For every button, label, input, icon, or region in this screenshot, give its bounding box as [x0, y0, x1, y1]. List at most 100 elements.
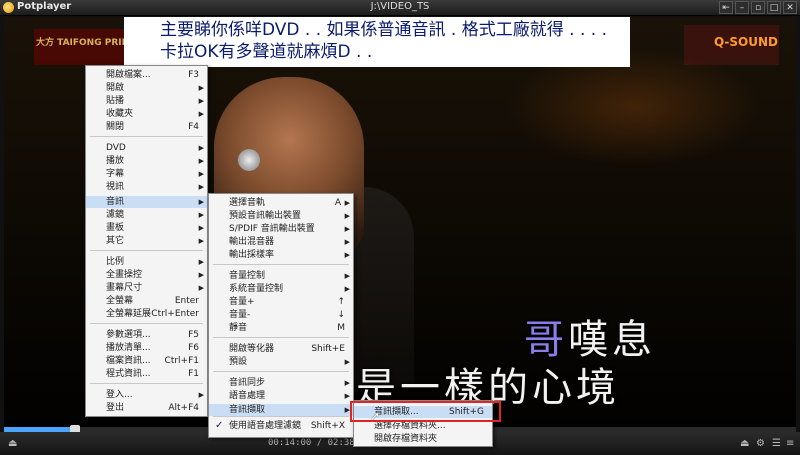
menu-item[interactable]: 開啟 ▶: [86, 82, 207, 94]
menu-item-label: 貼播: [106, 96, 125, 106]
settings-icon[interactable]: ⚙: [756, 438, 765, 449]
menu-item[interactable]: 音量+ ↑: [209, 296, 353, 308]
menu-item-shortcut: Shift+E: [311, 344, 345, 354]
menu-item-label: 全螢幕延展: [106, 309, 152, 319]
menu-item[interactable]: 音量- ↓: [209, 309, 353, 321]
menu-item[interactable]: 參數選項... F5: [86, 329, 207, 341]
menu-item[interactable]: 輸出採樣率 ▶: [209, 249, 353, 261]
menu-item[interactable]: 登入... ▶: [86, 389, 207, 401]
maximize-button[interactable]: □: [767, 1, 781, 14]
equalizer-icon[interactable]: ≡: [786, 438, 794, 449]
menu-item-label: 選擇音軌: [229, 198, 266, 208]
submenu-arrow-icon: ▶: [198, 211, 204, 219]
menu-item-label: S/PDIF 音訊輸出裝置: [229, 224, 315, 234]
menu-item[interactable]: 收藏夾 ▶: [86, 108, 207, 120]
menu-separator: [213, 264, 349, 265]
context-menu-main: 開啟檔案... F3 開啟 ▶ 貼播 ▶ 收藏夾 ▶ 關閉 F4 DVD ▶ 播放 ▶ 字幕 ▶ 視訊 ▶ 音訊 ▶ 濾…: [85, 65, 208, 417]
menu-item-label: 登入...: [106, 390, 133, 400]
menu-item[interactable]: 比例 ▶: [86, 256, 207, 268]
menu-separator: [213, 416, 349, 417]
menu-item-shortcut: F3: [188, 70, 199, 80]
submenu-arrow-icon: ▶: [344, 251, 350, 259]
menu-item-shortcut: F1: [188, 369, 199, 379]
eject-icon[interactable]: ⏏: [8, 438, 17, 449]
submenu-arrow-icon: ▶: [198, 237, 204, 245]
menu-item-label: 關閉: [106, 122, 125, 132]
menu-item[interactable]: 全螢幕延展 Ctrl+Enter: [86, 308, 207, 320]
menu-item[interactable]: 登出 Alt+F4: [86, 402, 207, 414]
menu-separator: [90, 250, 203, 251]
submenu-arrow-icon: ▶: [198, 224, 204, 232]
submenu-arrow-icon: ▶: [198, 157, 204, 165]
menu-separator: [213, 337, 349, 338]
menu-item-label: 輸出混音器: [229, 237, 275, 247]
menu-separator: [213, 371, 349, 372]
menu-item-label: 視訊: [106, 182, 125, 192]
menu-item[interactable]: 輸出混音器 ▶: [209, 236, 353, 248]
menu-item-shortcut: Ctrl+Enter: [151, 309, 199, 319]
menu-item[interactable]: 濾鏡 ▶: [86, 209, 207, 221]
menu-item[interactable]: 其它 ▶: [86, 235, 207, 247]
menu-item[interactable]: 音量控制 ▶: [209, 270, 353, 282]
menu-item[interactable]: 開啟等化器 Shift+E: [209, 343, 353, 355]
menu-item-shortcut: F4: [188, 122, 199, 132]
submenu-arrow-icon: ▶: [344, 225, 350, 233]
menu-item[interactable]: 視訊 ▶: [86, 181, 207, 193]
menu-item[interactable]: 播放 ▶: [86, 155, 207, 167]
menu-item[interactable]: 預設 ▶: [209, 356, 353, 368]
submenu-arrow-icon: ▶: [198, 170, 204, 178]
menu-item[interactable]: 畫幕尺寸 ▶: [86, 282, 207, 294]
menu-item[interactable]: 檔案資訊... Ctrl+F1: [86, 355, 207, 367]
menu-item[interactable]: 音訊擷取 ▶: [209, 404, 353, 416]
menu-item[interactable]: 全螢幕 Enter: [86, 295, 207, 307]
playlist-icon[interactable]: ☰: [772, 438, 781, 449]
menu-item[interactable]: 語音處理 ▶: [209, 390, 353, 402]
menu-item-label: 全畫操控: [106, 270, 143, 280]
menu-item[interactable]: 選擇音軌 A ▶: [209, 197, 353, 209]
close-button[interactable]: ✕: [783, 1, 797, 14]
open-icon[interactable]: ⏏: [740, 438, 749, 449]
menu-item[interactable]: ✓ 使用語音處理濾鏡 Shift+X: [209, 420, 353, 432]
menu-item-label: 音量-: [229, 310, 251, 320]
file-title: J:\VIDEO_TS: [370, 1, 430, 12]
menu-item[interactable]: 開啟檔案... F3: [86, 69, 207, 81]
title-bar[interactable]: Potplayer J:\VIDEO_TS ⇤ – ▫ □ ✕: [0, 0, 800, 16]
menu-item-shortcut: ↑: [337, 297, 345, 307]
submenu-arrow-icon: ▶: [344, 199, 350, 207]
menu-item-label: DVD: [106, 143, 126, 153]
context-menu-audio: 選擇音軌 A ▶ 預設音訊輸出裝置 ▶ S/PDIF 音訊輸出裝置 ▶ 輸出混音器 ▶ 輸出採樣率…: [208, 193, 354, 438]
pin-icon[interactable]: ⇤: [719, 1, 733, 14]
menu-item-label: 檔案資訊...: [106, 356, 151, 366]
menu-item[interactable]: 貼播 ▶: [86, 95, 207, 107]
submenu-arrow-icon: ▶: [198, 144, 204, 152]
menu-item-shortcut: Ctrl+F1: [164, 356, 199, 366]
menu-item-label: 濾鏡: [106, 210, 125, 220]
menu-item[interactable]: 開啟存檔資料夾: [354, 433, 492, 445]
menu-item[interactable]: 關閉 F4: [86, 121, 207, 133]
menu-separator: [90, 136, 203, 137]
menu-item[interactable]: 音訊 ▶: [86, 196, 207, 208]
menu-item-label: 使用語音處理濾鏡: [229, 421, 302, 431]
annotation-line-2: 卡拉OK有多聲道就麻煩D . .: [160, 42, 373, 62]
menu-item[interactable]: S/PDIF 音訊輸出裝置 ▶: [209, 223, 353, 235]
menu-item-label: 系統音量控制: [229, 284, 284, 294]
restore-button[interactable]: ▫: [751, 1, 765, 14]
menu-item-label: 靜音: [229, 323, 248, 333]
potplayer-window: Potplayer J:\VIDEO_TS ⇤ – ▫ □ ✕ 大方 TAIFO…: [0, 0, 800, 455]
menu-item[interactable]: 全畫操控 ▶: [86, 269, 207, 281]
annotation-line-1: 主要睇你係咩DVD . . 如果係普通音訊 . 格式工廠就得 . . . .: [160, 20, 607, 40]
minimize-button[interactable]: –: [735, 1, 749, 14]
menu-item[interactable]: DVD ▶: [86, 142, 207, 154]
menu-item-shortcut: Alt+F4: [168, 403, 199, 413]
menu-item[interactable]: 預設音訊輸出裝置 ▶: [209, 210, 353, 222]
menu-item[interactable]: 程式資訊... F1: [86, 368, 207, 380]
menu-item[interactable]: 字幕 ▶: [86, 168, 207, 180]
menu-item[interactable]: 系統音量控制 ▶: [209, 283, 353, 295]
menu-item[interactable]: 靜音 M: [209, 322, 353, 334]
menu-item-label: 登出: [106, 403, 125, 413]
menu-item[interactable]: 畫板 ▶: [86, 222, 207, 234]
menu-item[interactable]: 音訊同步 ▶: [209, 377, 353, 389]
submenu-arrow-icon: ▶: [198, 110, 204, 118]
menu-item[interactable]: 播放清單... F6: [86, 342, 207, 354]
qsound-logo-text: Q-SOUND: [714, 35, 778, 49]
